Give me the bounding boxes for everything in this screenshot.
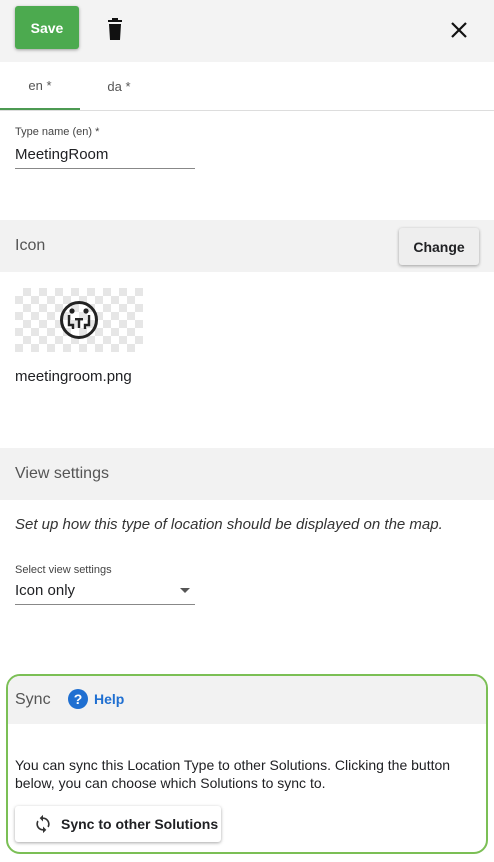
dropdown-arrow-icon[interactable] — [180, 588, 190, 593]
sync-to-solutions-button[interactable]: Sync to other Solutions — [15, 806, 221, 842]
view-settings-underline — [15, 604, 195, 605]
icon-section-title: Icon — [15, 237, 46, 254]
type-name-input[interactable]: MeetingRoom — [15, 146, 108, 163]
type-name-label: Type name (en) * — [15, 126, 100, 138]
view-settings-header: View settings — [0, 448, 494, 500]
trash-icon — [108, 18, 122, 40]
icon-preview — [15, 288, 143, 352]
type-name-underline — [15, 168, 195, 169]
save-button[interactable]: Save — [15, 6, 79, 49]
sync-title: Sync — [15, 691, 51, 708]
toolbar: Save — [0, 0, 494, 62]
view-settings-title: View settings — [15, 465, 109, 482]
delete-button[interactable] — [103, 17, 127, 43]
tab-da[interactable]: da * — [79, 62, 159, 110]
close-icon — [451, 22, 467, 38]
close-button[interactable] — [447, 18, 471, 42]
change-icon-button[interactable]: Change — [399, 228, 479, 265]
view-settings-description: Set up how this type of location should … — [15, 516, 443, 533]
help-icon: ? — [68, 689, 88, 709]
sync-header: Sync ? Help — [8, 676, 486, 724]
help-link[interactable]: ? Help — [68, 689, 124, 709]
sync-button-label: Sync to other Solutions — [61, 816, 219, 832]
help-label: Help — [94, 691, 125, 707]
icon-section-header: Icon Change — [0, 220, 494, 272]
language-tabs: en * da * — [0, 62, 494, 111]
sync-icon — [36, 814, 50, 834]
view-settings-select[interactable]: Icon only — [15, 582, 75, 599]
meeting-room-icon — [60, 301, 98, 339]
sync-description: You can sync this Location Type to other… — [15, 757, 451, 791]
sync-panel: Sync ? Help You can sync this Location T… — [6, 674, 488, 854]
tab-en[interactable]: en * — [0, 62, 80, 110]
view-settings-select-label: Select view settings — [15, 564, 112, 576]
icon-file-name: meetingroom.png — [15, 368, 132, 385]
